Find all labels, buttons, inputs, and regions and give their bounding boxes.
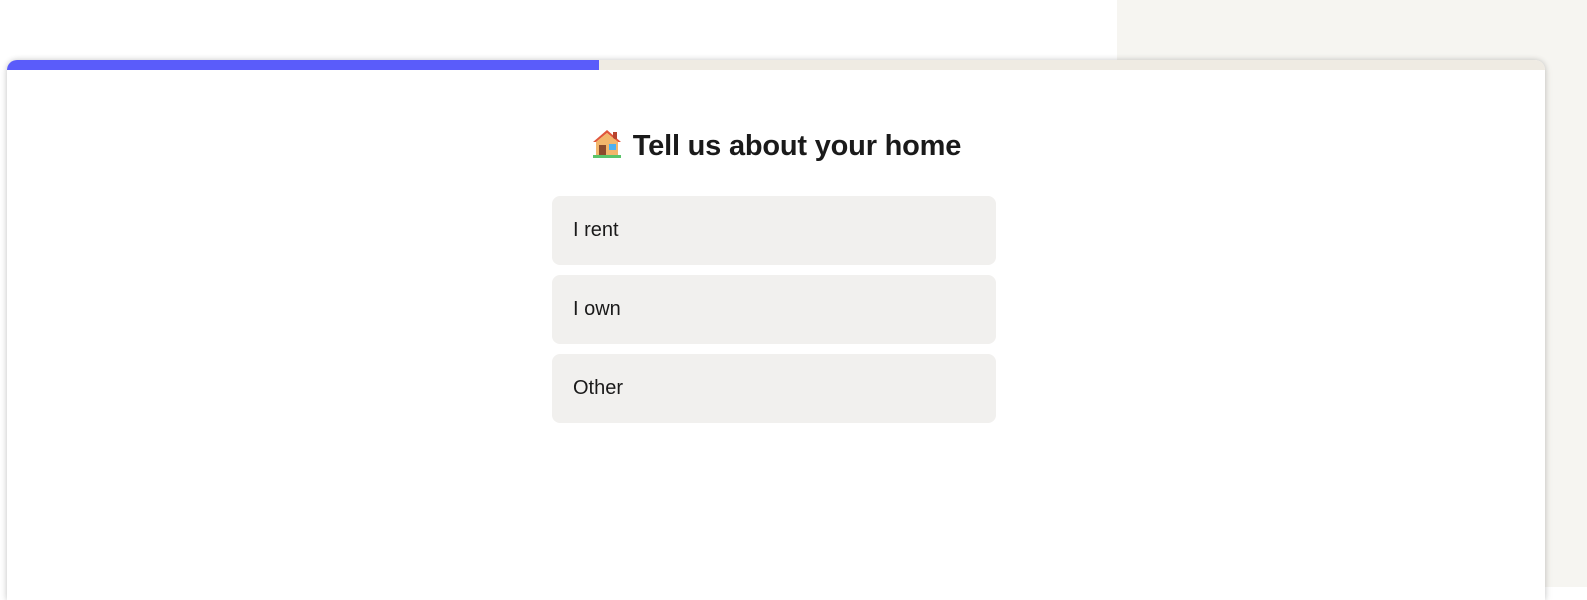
option-rent[interactable]: I rent xyxy=(552,196,996,265)
progress-bar-fill xyxy=(7,60,600,70)
question-title-text: Tell us about your home xyxy=(632,130,962,162)
option-label: I rent xyxy=(573,219,619,241)
house-icon xyxy=(591,128,623,158)
question-title: Tell us about your home xyxy=(7,128,1545,163)
option-label: Other xyxy=(573,377,624,399)
onboarding-modal: Tell us about your home I rent I own Oth… xyxy=(7,60,1545,600)
option-other[interactable]: Other xyxy=(552,354,996,423)
option-label: I own xyxy=(573,298,621,320)
option-list: I rent I own Other xyxy=(552,196,996,433)
option-own[interactable]: I own xyxy=(552,275,996,344)
progress-bar xyxy=(7,60,1545,70)
